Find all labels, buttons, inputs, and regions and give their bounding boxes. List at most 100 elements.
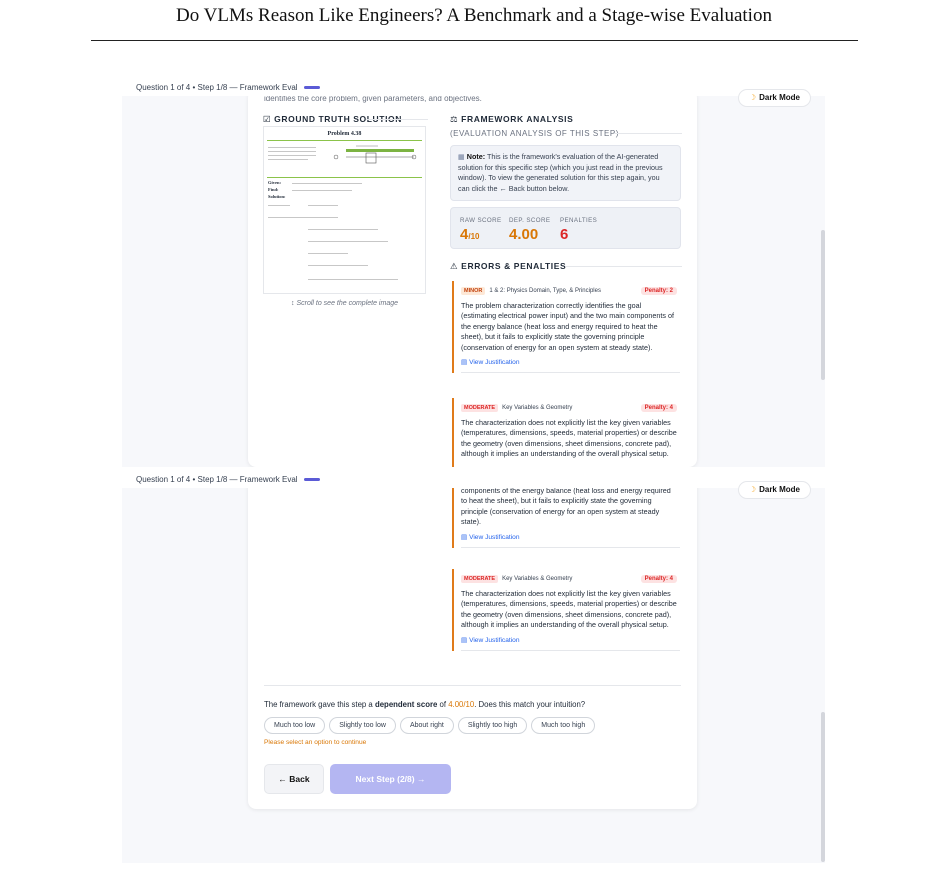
severity-badge: MINOR [461, 287, 486, 295]
option-slightly-too-high[interactable]: Slightly too high [457, 717, 528, 734]
error-item-moderate: MODERATE Key Variables & Geometry Penalty:… [452, 398, 680, 467]
error-category: Key Variables & Geometry [502, 576, 573, 582]
option-about-right[interactable]: About right [399, 717, 454, 734]
errors-heading-text: ⚠ ERRORS & PENALTIES [450, 261, 567, 271]
question-pre: The framework gave this step a [264, 700, 375, 709]
solution-label: Solution: [268, 194, 286, 199]
rule [267, 140, 422, 141]
divider [366, 119, 428, 120]
document-icon: ▤ [461, 533, 470, 541]
text-line [268, 151, 316, 152]
question-bold: dependent score [374, 700, 438, 709]
divider [614, 133, 682, 134]
equation-line [308, 205, 338, 206]
evaluation-card: identifies the core problem, given param… [248, 90, 697, 467]
problem-title: Problem 4.38 [327, 131, 362, 137]
note-label: Note: [466, 152, 486, 161]
text-line [268, 159, 308, 160]
title-rule [91, 40, 858, 41]
rating-question: The framework gave this step a dependent… [264, 700, 585, 709]
progress-text: Question 1 of 4 • Step 1/8 — Framework E… [136, 83, 298, 92]
text-line [268, 217, 338, 218]
error-text: The characterization does not explicitly… [461, 589, 677, 630]
error-item-minor: components of the energy balance (heat l… [452, 486, 680, 548]
text-line [268, 205, 290, 206]
question-post: . Does this match your intuition? [474, 700, 586, 709]
next-step-button[interactable]: Next Step (2/8) → [330, 764, 451, 794]
document-icon: ▤ [461, 359, 470, 367]
scrollbar-thumb[interactable] [821, 230, 825, 380]
text-line [268, 147, 316, 148]
score-panel: RAW SCORE 4/10 DEP. SCORE 4.00 PENALTIES… [450, 207, 681, 249]
error-text: components of the energy balance (heat l… [461, 486, 671, 527]
scrollbar-thumb[interactable] [821, 712, 825, 862]
given-label: Given: [268, 180, 281, 185]
dep-score-label: DEP. SCORE [509, 217, 551, 224]
errors-heading: ⚠ ERRORS & PENALTIES [450, 261, 566, 272]
paper-title: Do VLMs Reason Like Engineers? A Benchma… [176, 5, 772, 26]
text-line [292, 183, 362, 184]
equation-line [308, 253, 348, 254]
option-much-too-high[interactable]: Much too high [531, 717, 596, 734]
penalty-badge: Penalty: 4 [640, 575, 677, 583]
view-justification-link[interactable]: ▤ View Justification [461, 533, 680, 548]
note-icon: ▦ [458, 152, 467, 161]
framework-note: ▦ Note: This is the framework's evaluati… [450, 145, 681, 201]
evaluation-card: components of the energy balance (heat l… [248, 472, 697, 809]
progress-text: Question 1 of 4 • Step 1/8 — Framework E… [136, 475, 298, 484]
dep-score-value: 4.00 [509, 226, 539, 243]
raw-score-value: 4/10 [460, 226, 479, 243]
divider [264, 685, 681, 686]
option-slightly-too-low[interactable]: Slightly too low [329, 717, 396, 734]
progress-indicator [303, 86, 320, 90]
selection-warning: Please select an option to continue [264, 739, 367, 746]
back-button[interactable]: ← Back [264, 764, 324, 794]
framework-heading: ⚖ FRAMEWORK ANALYSIS [450, 114, 574, 124]
view-justification-link[interactable]: ▤ View Justification [461, 636, 680, 651]
option-much-too-low[interactable]: Much too low [264, 717, 326, 734]
screenshot-top: Question 1 of 4 • Step 1/8 — Framework E… [122, 80, 825, 467]
view-justification-link[interactable]: ▤ View Justification [461, 358, 680, 374]
question-score: 4.00/10 [448, 700, 475, 709]
rule [267, 177, 422, 178]
link-label: View Justification [469, 359, 520, 367]
framework-subheading: (EVALUATION ANALYSIS OF THIS STEP) [450, 129, 619, 138]
equation-line [308, 229, 378, 230]
problem-diagram-icon [333, 145, 417, 164]
penalty-badge: Penalty: 2 [640, 287, 677, 295]
find-label: Find: [268, 187, 279, 192]
severity-badge: MODERATE [461, 404, 499, 412]
progress-bar: Question 1 of 4 • Step 1/8 — Framework E… [122, 472, 825, 488]
penalty-badge: Penalty: 4 [640, 404, 677, 412]
divider [566, 266, 682, 267]
equation-line [308, 241, 388, 242]
penalties-value: 6 [560, 226, 569, 243]
dark-mode-button[interactable]: ☽ Dark Mode [737, 89, 811, 107]
error-text: The characterization does not explicitly… [461, 418, 677, 459]
link-label: View Justification [469, 533, 520, 541]
document-icon: ▤ [461, 636, 470, 644]
ground-truth-image[interactable]: Problem 4.38 Given: Find: Solution: [263, 126, 426, 294]
equation-line [308, 265, 368, 266]
error-category: Key Variables & Geometry [502, 405, 573, 411]
progress-indicator [303, 478, 320, 482]
progress-bar: Question 1 of 4 • Step 1/8 — Framework E… [122, 80, 825, 96]
rating-options: Much too low Slightly too low About righ… [264, 717, 596, 734]
error-category: 1 & 2: Physics Domain, Type, & Principle… [489, 288, 601, 294]
error-text: The problem characterization correctly i… [461, 301, 674, 352]
note-text: This is the framework's evaluation of th… [458, 152, 663, 193]
penalties-label: PENALTIES [560, 217, 598, 224]
severity-badge: MODERATE [461, 575, 499, 583]
dark-mode-label: Dark Mode [759, 93, 800, 102]
raw-score-label: RAW SCORE [460, 217, 502, 224]
error-item-minor: MINOR 1 & 2: Physics Domain, Type, & Prin… [452, 281, 680, 374]
equation-line [308, 279, 398, 280]
screenshot-bottom: Question 1 of 4 • Step 1/8 — Framework E… [122, 472, 825, 863]
link-label: View Justification [469, 636, 520, 644]
text-line [292, 190, 352, 191]
question-mid: of [437, 700, 449, 709]
dark-mode-button[interactable]: ☽ Dark Mode [737, 481, 811, 499]
error-item-moderate: MODERATE Key Variables & Geometry Penalty:… [452, 569, 680, 651]
raw-score-denom: /10 [468, 232, 480, 241]
moon-icon: ☽ [748, 93, 757, 102]
